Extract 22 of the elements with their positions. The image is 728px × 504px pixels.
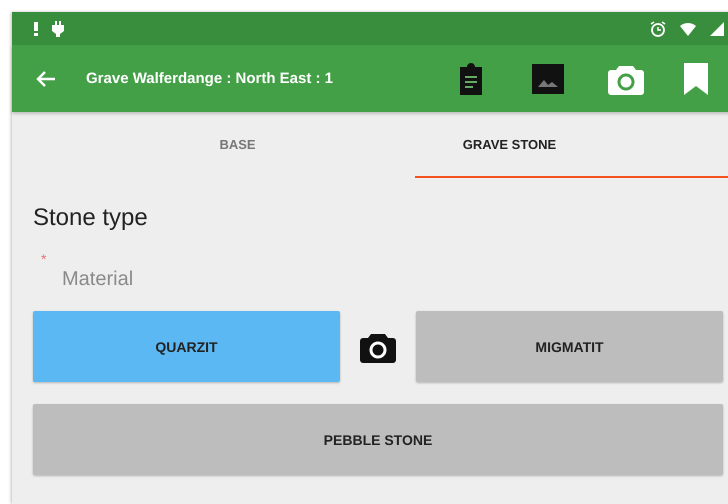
bookmark-button[interactable] bbox=[684, 62, 708, 94]
option-button[interactable]: QUARZIT bbox=[33, 311, 340, 382]
field-label: Material bbox=[62, 268, 134, 291]
required-mark: * bbox=[41, 254, 48, 264]
section-title: Stone type bbox=[33, 204, 149, 232]
tab[interactable]: BASE bbox=[12, 112, 415, 178]
back-arrow-icon bbox=[36, 70, 56, 88]
alarm-icon bbox=[650, 20, 666, 36]
toolbar-title: Grave Walferdange : North East : 1 bbox=[86, 70, 334, 87]
clipboard-icon bbox=[458, 62, 484, 94]
option-button[interactable]: PEBBLE STONE bbox=[33, 404, 723, 475]
signal-icon bbox=[710, 22, 724, 36]
clipboard-button[interactable] bbox=[458, 62, 484, 94]
back-button[interactable] bbox=[36, 70, 56, 88]
image-icon bbox=[532, 64, 564, 94]
option-button[interactable]: MIGMATIT bbox=[416, 311, 723, 382]
alert-icon bbox=[34, 22, 38, 36]
tab[interactable]: GRAVE STONE bbox=[415, 112, 728, 178]
plug-icon bbox=[52, 20, 64, 36]
wifi-icon bbox=[680, 22, 696, 36]
gallery-button[interactable] bbox=[532, 64, 564, 94]
bookmark-icon bbox=[684, 62, 708, 94]
